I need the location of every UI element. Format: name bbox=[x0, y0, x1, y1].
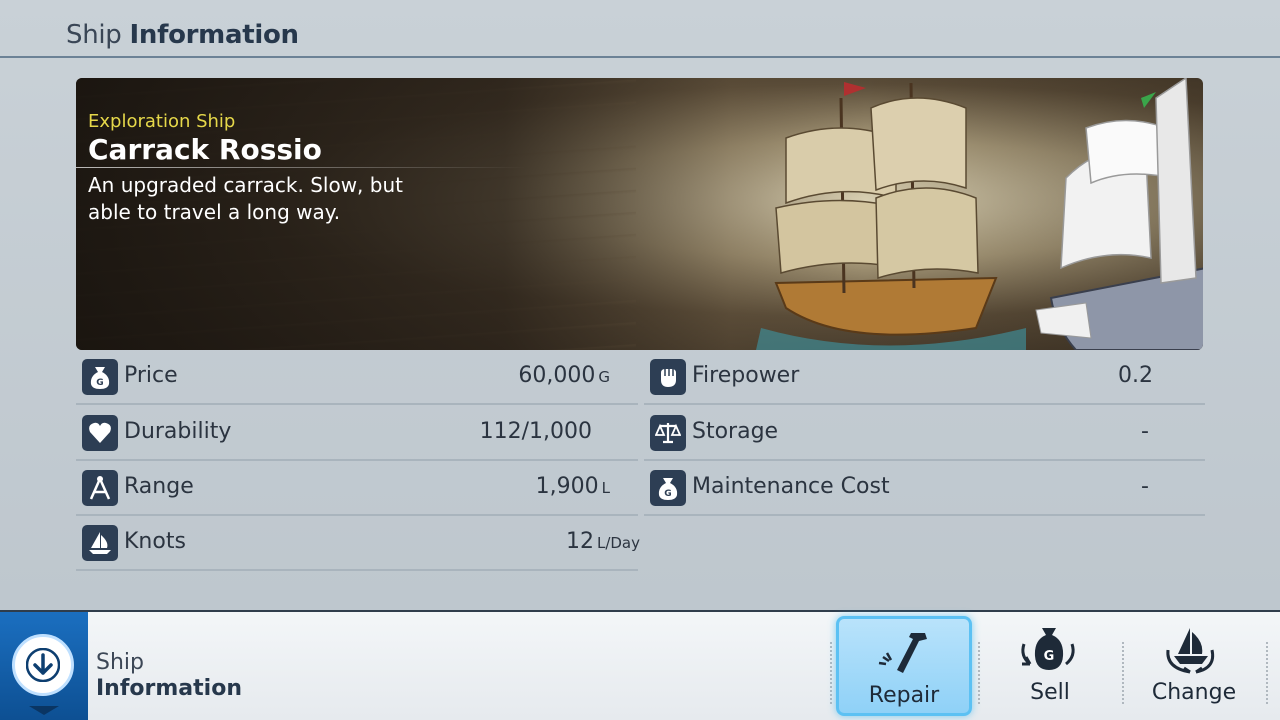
scales-icon bbox=[650, 415, 686, 451]
sail-icon bbox=[82, 525, 118, 561]
change-ship-button[interactable]: Change bbox=[1126, 616, 1262, 716]
chevron-down-icon bbox=[29, 706, 59, 715]
section-label-bold: Information bbox=[96, 676, 242, 701]
stat-row-maintenance-cost: G Maintenance Cost - bbox=[644, 461, 1205, 516]
divider bbox=[76, 167, 526, 168]
hammer-icon bbox=[878, 633, 927, 673]
ship-description: An upgraded carrack. Slow, but able to t… bbox=[88, 173, 403, 224]
page-header: Ship Information bbox=[0, 0, 1280, 58]
page-title: Ship Information bbox=[66, 20, 299, 50]
svg-text:G: G bbox=[96, 378, 103, 388]
stat-row-storage: Storage - bbox=[644, 406, 1205, 461]
sell-bag-icon: G bbox=[1021, 628, 1075, 670]
svg-text:G: G bbox=[664, 489, 671, 499]
stat-row-knots: Knots 12 L/Day bbox=[76, 516, 640, 571]
svg-text:G: G bbox=[1044, 649, 1055, 664]
compass-icon bbox=[82, 470, 118, 506]
bottom-bar: Ship Information Repair G Sell Change bbox=[0, 610, 1280, 720]
ship-type: Exploration Ship bbox=[88, 111, 236, 132]
stat-row-range: Range 1,900 L bbox=[76, 461, 638, 516]
back-button[interactable] bbox=[12, 634, 74, 696]
stat-row-durability: Durability 112/1,000 bbox=[76, 406, 638, 461]
stat-row-firepower: Firepower 0.2 bbox=[644, 350, 1205, 405]
ship-name: Carrack Rossio bbox=[88, 133, 322, 166]
section-label: Ship bbox=[96, 650, 144, 675]
fist-icon bbox=[650, 359, 686, 395]
ship-banner: Exploration Ship Carrack Rossio An upgra… bbox=[76, 78, 1203, 350]
money-bag-icon: G bbox=[650, 470, 686, 506]
sell-button[interactable]: G Sell bbox=[982, 616, 1118, 716]
stat-row-price: G Price 60,000 G bbox=[76, 350, 638, 405]
heart-icon bbox=[82, 415, 118, 451]
change-ship-icon bbox=[1166, 628, 1215, 674]
ship-artwork bbox=[756, 78, 1203, 350]
repair-button[interactable]: Repair bbox=[836, 616, 972, 716]
back-tab[interactable] bbox=[0, 612, 88, 720]
arrow-down-icon bbox=[26, 648, 60, 682]
money-bag-icon: G bbox=[82, 359, 118, 395]
